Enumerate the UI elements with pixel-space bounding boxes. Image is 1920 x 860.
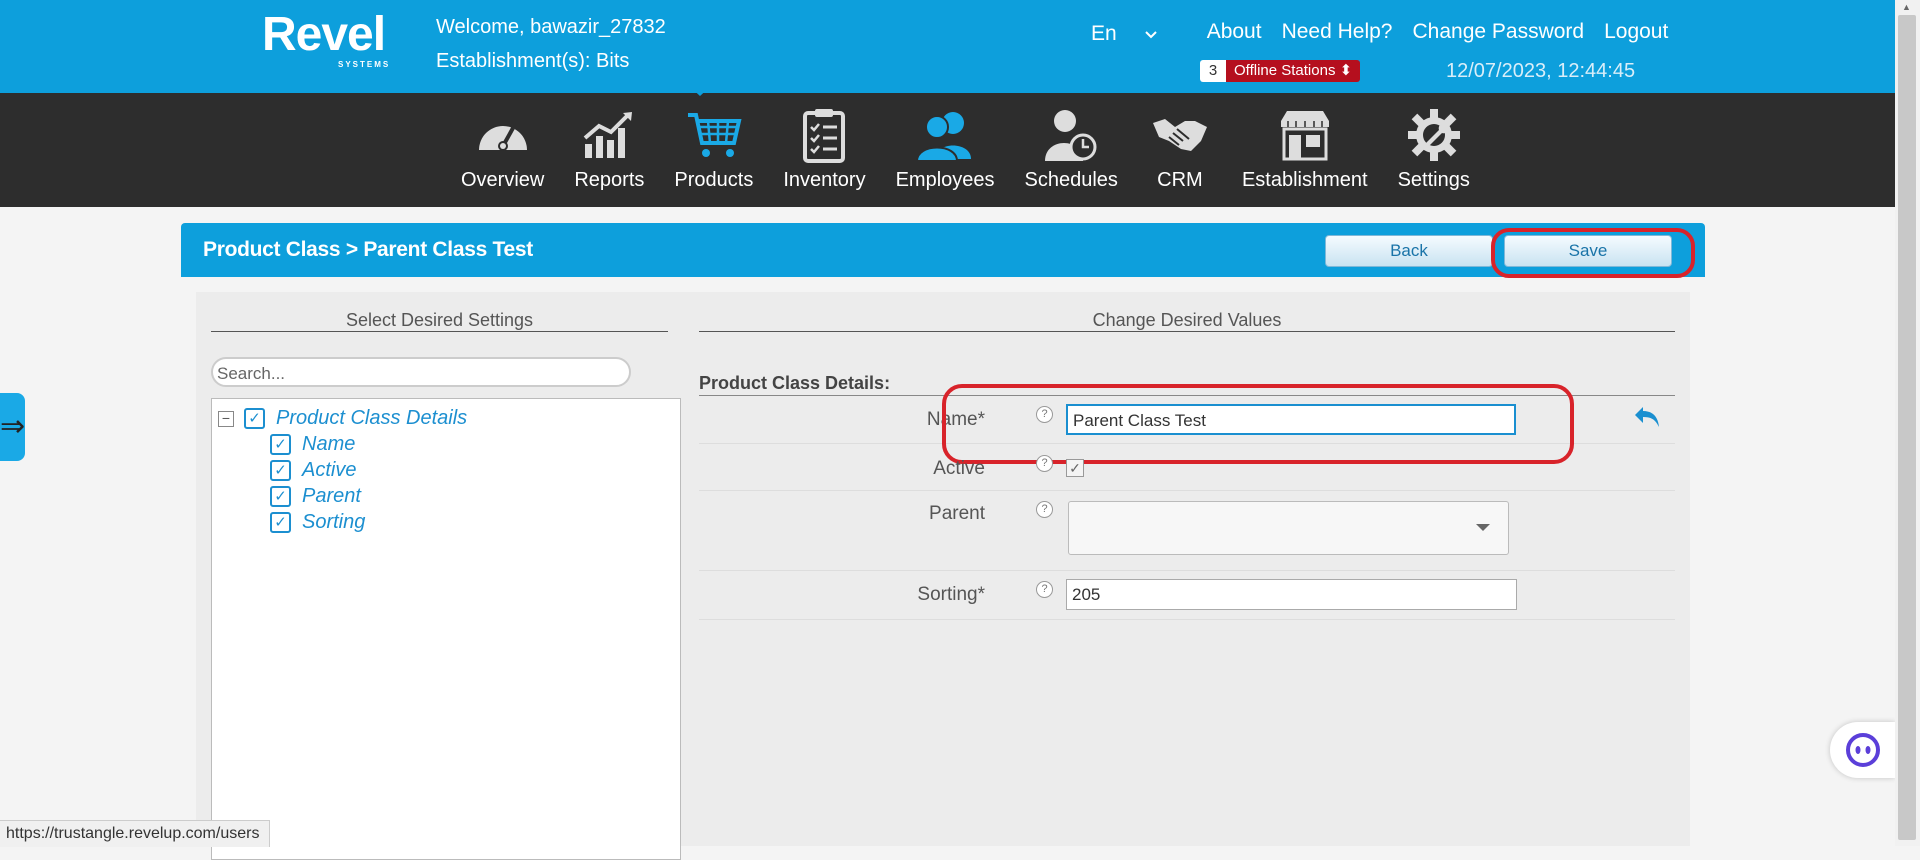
tree-item-label[interactable]: Sorting: [302, 511, 365, 534]
offline-stations-badge[interactable]: 3 Offline Stations ⬍: [1200, 60, 1361, 82]
tree-checkbox-parent[interactable]: ✓: [270, 486, 291, 507]
welcome-text: Welcome, bawazir_27832: [436, 16, 666, 38]
nav-label: Inventory: [783, 169, 866, 191]
nav-label: Products: [674, 169, 754, 191]
scrollbar-thumb[interactable]: [1898, 15, 1916, 840]
tree-item-label[interactable]: Parent: [302, 485, 361, 508]
person-clock-icon: [1039, 103, 1103, 167]
parent-label: Parent: [929, 503, 985, 524]
tree-item-label[interactable]: Name: [302, 433, 355, 456]
nav-label: Overview: [461, 169, 545, 191]
tree-item-sorting: ✓ Sorting: [270, 511, 365, 534]
nav-label: CRM: [1157, 169, 1203, 191]
active-nav-pointer: [687, 84, 713, 96]
sorting-label: Sorting*: [917, 584, 985, 605]
chevron-down-icon: [1144, 26, 1157, 42]
tree-checkbox-active[interactable]: ✓: [270, 460, 291, 481]
datetime: 12/07/2023, 12:44:45: [1446, 60, 1636, 82]
speedometer-icon: [471, 103, 535, 167]
handshake-icon: [1148, 103, 1212, 167]
nav-label: Employees: [895, 169, 995, 191]
nav-products[interactable]: Products: [659, 93, 768, 192]
left-column-title: Select Desired Settings: [345, 310, 534, 330]
sort-arrows-icon: ⬍: [1339, 62, 1353, 79]
main-nav: Overview Reports Products Inventory Empl…: [0, 93, 1895, 207]
nav-crm[interactable]: CRM: [1133, 93, 1227, 192]
right-column-title: Change Desired Values: [1092, 310, 1282, 330]
nav-establishment[interactable]: Establishment: [1227, 93, 1383, 192]
storefront-icon: [1273, 103, 1337, 167]
expand-arrow-icon: ⇒: [0, 410, 26, 443]
chat-widget[interactable]: [1830, 722, 1895, 778]
tree-checkbox-name[interactable]: ✓: [270, 434, 291, 455]
active-row: Active: [699, 444, 1675, 491]
chart-icon: [577, 103, 641, 167]
sorting-input[interactable]: 205: [1066, 579, 1517, 610]
clipboard-icon: [792, 103, 856, 167]
cart-icon: [682, 103, 746, 167]
establishment-text: Establishment(s): Bits: [436, 50, 630, 72]
tree-checkbox-sorting[interactable]: ✓: [270, 512, 291, 533]
change-password-link[interactable]: Change Password: [1412, 20, 1584, 48]
tree-root-label[interactable]: Product Class Details: [276, 407, 467, 430]
tree-checkbox-product-class-details[interactable]: ✓: [244, 408, 265, 429]
language-label: En: [1091, 22, 1117, 45]
nav-label: Reports: [574, 169, 645, 191]
need-help-link[interactable]: Need Help?: [1282, 20, 1393, 48]
active-label: Active: [933, 458, 985, 479]
active-checkbox[interactable]: ✓: [1066, 459, 1084, 477]
help-icon[interactable]: ?: [1036, 455, 1053, 472]
status-url: https://trustangle.revelup.com/users: [0, 820, 271, 847]
breadcrumb: Product Class > Parent Class Test: [203, 238, 533, 261]
parent-select[interactable]: [1068, 501, 1509, 555]
help-icon[interactable]: ?: [1036, 581, 1053, 598]
collapse-icon[interactable]: −: [218, 410, 234, 427]
people-icon: [913, 103, 977, 167]
top-bar: Revel SYSTEMS Welcome, bawazir_27832 Est…: [0, 0, 1895, 93]
gear-wrench-icon: [1402, 103, 1466, 167]
section-title: Product Class Details:: [699, 373, 891, 393]
nav-schedules[interactable]: Schedules: [1010, 93, 1133, 192]
logout-link[interactable]: Logout: [1604, 20, 1668, 48]
language-selector[interactable]: En: [1091, 20, 1177, 48]
nav-inventory[interactable]: Inventory: [768, 93, 880, 192]
offline-stations-text: Offline Stations: [1234, 62, 1336, 79]
revel-logo[interactable]: Revel SYSTEMS: [262, 8, 388, 70]
tree-item-label[interactable]: Active: [302, 459, 356, 482]
offline-stations-label: Offline Stations ⬍: [1226, 60, 1361, 82]
logo-text: Revel: [262, 8, 386, 61]
nav-label: Settings: [1397, 169, 1470, 191]
back-button[interactable]: Back: [1325, 235, 1493, 267]
help-icon[interactable]: ?: [1036, 501, 1053, 518]
tree-item-parent: ✓ Parent: [270, 485, 361, 508]
nav-reports[interactable]: Reports: [559, 93, 659, 192]
settings-tree: − ✓ Product Class Details ✓ Name ✓ Activ…: [211, 398, 681, 860]
tree-item-active: ✓ Active: [270, 459, 356, 482]
nav-label: Establishment: [1241, 169, 1368, 191]
about-link[interactable]: About: [1207, 20, 1262, 48]
sidebar-toggle[interactable]: ⇒: [0, 393, 25, 461]
save-highlight: [1491, 228, 1695, 278]
tree-item-name: ✓ Name: [270, 433, 355, 456]
dropdown-caret-icon: [1476, 524, 1490, 531]
nav-settings[interactable]: Settings: [1383, 93, 1485, 192]
settings-search-input[interactable]: Search...: [211, 357, 631, 387]
logo-subtext: SYSTEMS: [338, 60, 391, 69]
nav-label: Schedules: [1024, 169, 1118, 191]
station-count: 3: [1200, 60, 1226, 82]
undo-arrow-icon[interactable]: [1633, 405, 1661, 434]
card-header: Product Class > Parent Class Test Back S…: [181, 223, 1705, 277]
chat-bot-icon: [1846, 733, 1880, 767]
nav-overview[interactable]: Overview: [446, 93, 559, 192]
tree-root-row: − ✓ Product Class Details: [218, 407, 467, 430]
scroll-up-icon[interactable]: ▲: [1902, 2, 1911, 12]
nav-employees[interactable]: Employees: [881, 93, 1010, 192]
right-title-rule: [699, 331, 1675, 332]
left-title-rule: [211, 331, 668, 332]
top-links: En About Need Help? Change Password Logo…: [1091, 20, 1688, 48]
